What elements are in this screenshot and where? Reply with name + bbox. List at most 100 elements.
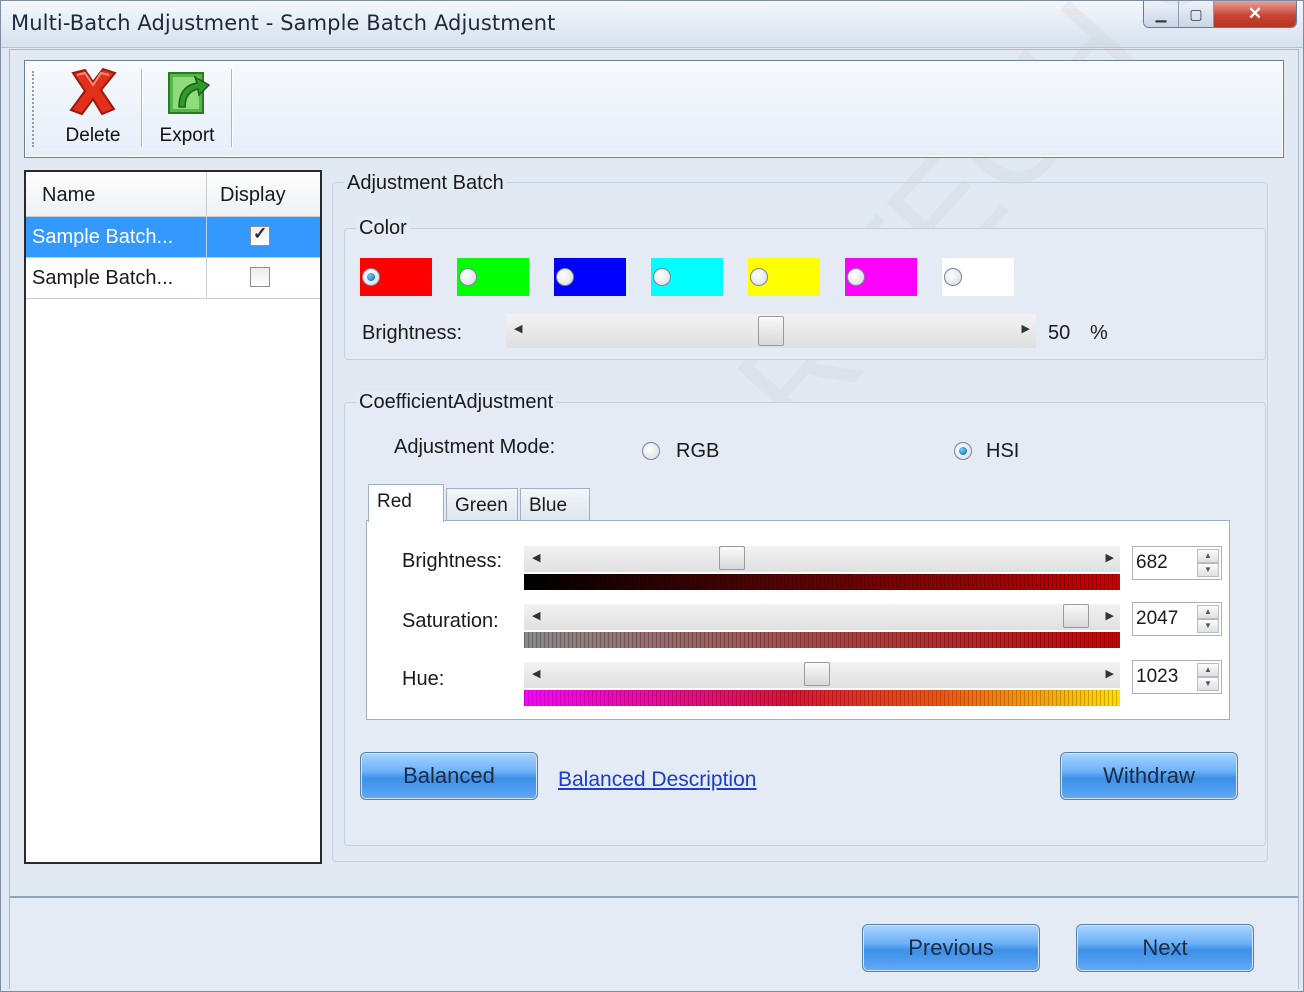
- hsi-brightness-label: Brightness:: [402, 550, 503, 572]
- color-group-title: Color: [356, 217, 410, 240]
- mode-hsi-radio[interactable]: [954, 442, 972, 460]
- minimize-icon: ▁: [1155, 5, 1167, 22]
- client-area: STAR TECH CO., L Delete: [9, 1, 1303, 990]
- close-icon: ✕: [1247, 4, 1263, 23]
- previous-button[interactable]: Previous: [862, 924, 1040, 972]
- spin-value[interactable]: 682: [1136, 552, 1168, 574]
- export-label: Export: [159, 125, 215, 146]
- toolbar-grip[interactable]: [32, 71, 37, 147]
- delete-label: Delete: [65, 125, 121, 146]
- swatch-radio[interactable]: [459, 268, 477, 286]
- swatch-radio[interactable]: [944, 268, 962, 286]
- list-header: Name Display: [26, 172, 320, 217]
- mode-rgb-radio[interactable]: [642, 442, 660, 460]
- scroll-right-icon[interactable]: ▶: [1106, 609, 1114, 622]
- color-swatch-white[interactable]: [942, 258, 1014, 296]
- swatch-radio[interactable]: [362, 268, 380, 286]
- spin-down-icon[interactable]: ▼: [1197, 563, 1219, 577]
- minimize-button[interactable]: ▁: [1144, 1, 1179, 27]
- scroll-left-icon[interactable]: ◀: [514, 322, 522, 335]
- export-button[interactable]: Export: [147, 67, 227, 151]
- column-name-header[interactable]: Name: [42, 184, 95, 207]
- scroll-right-icon[interactable]: ▶: [1106, 667, 1114, 680]
- mode-rgb-label[interactable]: RGB: [676, 440, 719, 463]
- color-swatch-magenta[interactable]: [845, 258, 917, 296]
- close-button[interactable]: ✕: [1214, 1, 1296, 27]
- hsi-saturation-spinbox[interactable]: 2047 ▲ ▼: [1132, 602, 1222, 636]
- tab-label: Blue: [529, 495, 568, 516]
- hsi-hue-spinbox[interactable]: 1023 ▲ ▼: [1132, 660, 1222, 694]
- balanced-button[interactable]: Balanced: [360, 752, 538, 800]
- scroll-left-icon[interactable]: ◀: [532, 609, 540, 622]
- toolbar: Delete Export: [24, 60, 1284, 158]
- spin-up-icon[interactable]: ▲: [1197, 549, 1219, 563]
- batch-list: Name Display Sample Batch... Sample Batc…: [24, 170, 322, 864]
- swatch-radio[interactable]: [847, 268, 865, 286]
- color-swatch-green[interactable]: [457, 258, 529, 296]
- hsi-saturation-label: Saturation:: [402, 610, 499, 632]
- color-brightness-unit: %: [1090, 322, 1108, 344]
- spin-down-icon[interactable]: ▼: [1197, 677, 1219, 691]
- toolbar-separator: [231, 69, 232, 147]
- swatch-radio[interactable]: [556, 268, 574, 286]
- row-divider: [206, 217, 207, 257]
- column-display-header[interactable]: Display: [220, 184, 286, 207]
- slider-thumb[interactable]: [1063, 604, 1090, 628]
- scroll-right-icon[interactable]: ▶: [1106, 551, 1114, 564]
- scroll-right-icon[interactable]: ▶: [1022, 322, 1030, 335]
- maximize-icon: ▢: [1189, 5, 1203, 22]
- tab-blue[interactable]: Blue: [520, 488, 590, 522]
- toolbar-separator: [141, 69, 142, 147]
- list-item[interactable]: Sample Batch...: [26, 217, 320, 258]
- batch-name: Sample Batch...: [32, 226, 174, 248]
- hsi-brightness-slider[interactable]: ◀ ▶: [524, 546, 1120, 572]
- title-bar[interactable]: Multi-Batch Adjustment - Sample Batch Ad…: [1, 1, 1303, 48]
- tab-label: Green: [455, 495, 508, 516]
- color-brightness-slider[interactable]: ◀ ▶: [506, 314, 1036, 348]
- batch-name: Sample Batch...: [32, 267, 174, 289]
- saturation-gradient-bar: [524, 632, 1120, 648]
- color-swatch-cyan[interactable]: [651, 258, 723, 296]
- color-swatch-blue[interactable]: [554, 258, 626, 296]
- header-divider: [206, 172, 207, 216]
- tab-green[interactable]: Green: [446, 488, 518, 522]
- scroll-left-icon[interactable]: ◀: [532, 667, 540, 680]
- slider-thumb[interactable]: [718, 546, 745, 570]
- withdraw-button[interactable]: Withdraw: [1060, 752, 1238, 800]
- spin-value[interactable]: 1023: [1136, 666, 1178, 688]
- adjustment-batch-title: Adjustment Batch: [344, 172, 507, 195]
- swatch-radio[interactable]: [750, 268, 768, 286]
- row-divider: [206, 258, 207, 298]
- slider-thumb[interactable]: [758, 316, 784, 346]
- color-swatch-red[interactable]: [360, 258, 432, 296]
- spin-value[interactable]: 2047: [1136, 608, 1178, 630]
- window-controls: ▁ ▢ ✕: [1143, 1, 1297, 28]
- balanced-description-link[interactable]: Balanced Description: [558, 768, 756, 792]
- next-button[interactable]: Next: [1076, 924, 1254, 972]
- scroll-left-icon[interactable]: ◀: [532, 551, 540, 564]
- spin-up-icon[interactable]: ▲: [1197, 605, 1219, 619]
- maximize-button[interactable]: ▢: [1179, 1, 1214, 27]
- spin-down-icon[interactable]: ▼: [1197, 619, 1219, 633]
- hsi-brightness-spinbox[interactable]: 682 ▲ ▼: [1132, 546, 1222, 580]
- spin-up-icon[interactable]: ▲: [1197, 663, 1219, 677]
- hsi-hue-slider[interactable]: ◀ ▶: [524, 662, 1120, 688]
- display-checkbox[interactable]: [250, 267, 270, 287]
- color-brightness-value: 50: [1048, 322, 1071, 344]
- coefficient-group-title: CoefficientAdjustment: [356, 391, 557, 414]
- delete-icon: [65, 67, 121, 123]
- hsi-saturation-slider[interactable]: ◀ ▶: [524, 604, 1120, 630]
- main-window: Multi-Batch Adjustment - Sample Batch Ad…: [0, 0, 1304, 992]
- export-icon: [159, 67, 215, 123]
- display-checkbox[interactable]: [250, 224, 270, 246]
- tab-red[interactable]: Red: [368, 484, 444, 522]
- list-item[interactable]: Sample Batch...: [26, 258, 320, 299]
- slider-thumb[interactable]: [803, 662, 830, 686]
- brightness-gradient-bar: [524, 574, 1120, 590]
- adjustment-mode-label: Adjustment Mode:: [394, 436, 556, 458]
- mode-hsi-label[interactable]: HSI: [986, 440, 1019, 463]
- color-swatch-yellow[interactable]: [748, 258, 820, 296]
- swatch-radio[interactable]: [653, 268, 671, 286]
- hue-gradient-bar: [524, 690, 1120, 706]
- delete-button[interactable]: Delete: [47, 67, 139, 151]
